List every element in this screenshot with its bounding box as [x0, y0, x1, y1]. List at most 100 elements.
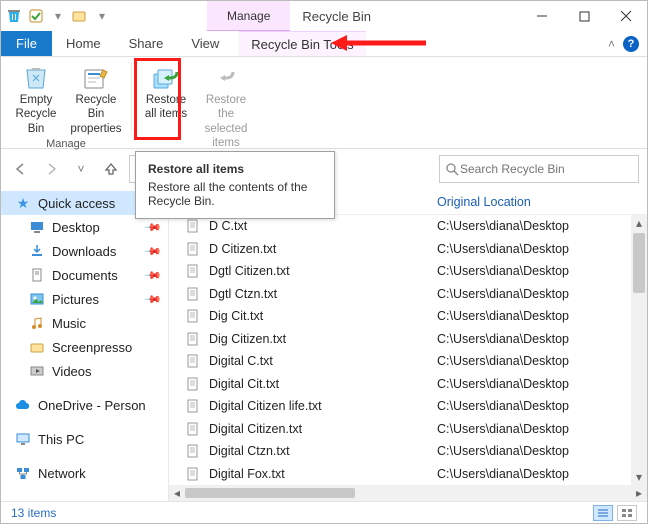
file-location: C:\Users\diana\Desktop [437, 219, 569, 233]
scroll-up-icon[interactable]: ▴ [631, 215, 647, 231]
pin-icon: 📌 [144, 266, 163, 285]
pin-icon: 📌 [144, 218, 163, 237]
text-file-icon [185, 218, 201, 234]
qat-checked-icon[interactable] [27, 7, 45, 25]
nav-label: Desktop [52, 220, 100, 235]
table-row[interactable]: Dgtl Ctzn.txt C:\Users\diana\Desktop [169, 283, 647, 306]
column-original-location[interactable]: Original Location [437, 195, 531, 209]
forward-button[interactable] [39, 157, 63, 181]
tab-file[interactable]: File [1, 31, 52, 56]
file-name: Digital C.txt [209, 354, 437, 368]
file-location: C:\Users\diana\Desktop [437, 242, 569, 256]
file-list[interactable]: D C.txt C:\Users\diana\Desktop D Citizen… [169, 215, 647, 485]
desktop-icon [29, 219, 45, 235]
table-row[interactable]: Digital Ctzn.txt C:\Users\diana\Desktop [169, 440, 647, 463]
restore-all-items-button[interactable]: Restore all items [137, 59, 195, 124]
tab-recycle-bin-tools[interactable]: Recycle Bin Tools [239, 31, 365, 56]
table-row[interactable]: Digital Citizen life.txt C:\Users\diana\… [169, 395, 647, 418]
this-pc-icon [15, 431, 31, 447]
file-location: C:\Users\diana\Desktop [437, 467, 569, 481]
file-name: Digital Fox.txt [209, 467, 437, 481]
scroll-thumb[interactable] [185, 488, 355, 498]
tooltip-title: Restore all items [148, 162, 322, 176]
window-controls [521, 1, 647, 31]
nav-label: Downloads [52, 244, 116, 259]
table-row[interactable]: Dig Citizen.txt C:\Users\diana\Desktop [169, 328, 647, 351]
table-row[interactable]: Digital Cit.txt C:\Users\diana\Desktop [169, 373, 647, 396]
qat-dropdown-icon[interactable]: ▾ [49, 7, 67, 25]
nav-label: This PC [38, 432, 84, 447]
downloads-icon [29, 243, 45, 259]
search-box[interactable] [439, 155, 639, 183]
recent-locations-button[interactable]: ˅ [69, 157, 93, 181]
search-input[interactable] [460, 162, 634, 176]
file-location: C:\Users\diana\Desktop [437, 332, 569, 346]
nav-videos[interactable]: Videos [1, 359, 168, 383]
nav-downloads[interactable]: Downloads 📌 [1, 239, 168, 263]
nav-pictures[interactable]: Pictures 📌 [1, 287, 168, 311]
explorer-window: ▾ ▾ Manage Recycle Bin File Home Share V… [0, 0, 648, 524]
qat-new-folder-icon[interactable] [71, 7, 89, 25]
navigation-pane: ★ Quick access Desktop 📌 Downloads 📌 Doc… [1, 189, 169, 501]
scroll-down-icon[interactable]: ▾ [631, 469, 647, 485]
horizontal-scrollbar[interactable]: ◂ ▸ [169, 485, 647, 501]
file-location: C:\Users\diana\Desktop [437, 287, 569, 301]
contextual-tab-header: Manage [207, 1, 290, 31]
table-row[interactable]: Dig Cit.txt C:\Users\diana\Desktop [169, 305, 647, 328]
tab-share[interactable]: Share [115, 31, 178, 56]
back-button[interactable] [9, 157, 33, 181]
up-button[interactable] [99, 157, 123, 181]
recycle-bin-properties-icon [79, 63, 113, 93]
nav-network[interactable]: Network [1, 461, 168, 485]
nav-this-pc[interactable]: This PC [1, 427, 168, 451]
main-area: ★ Quick access Desktop 📌 Downloads 📌 Doc… [1, 189, 647, 501]
folder-icon [29, 339, 45, 355]
minimize-button[interactable] [521, 1, 563, 31]
table-row[interactable]: Dgtl Citizen.txt C:\Users\diana\Desktop [169, 260, 647, 283]
ribbon: Empty Recycle Bin Recycle Bin properties… [1, 57, 647, 149]
text-file-icon [185, 263, 201, 279]
table-row[interactable]: Digital Citizen.txt C:\Users\diana\Deskt… [169, 418, 647, 441]
scroll-left-icon[interactable]: ◂ [169, 486, 185, 500]
help-icon[interactable]: ? [623, 36, 639, 52]
text-file-icon [185, 421, 201, 437]
file-location: C:\Users\diana\Desktop [437, 422, 569, 436]
scroll-thumb[interactable] [633, 233, 645, 293]
empty-recycle-bin-button[interactable]: Empty Recycle Bin [7, 59, 65, 138]
status-bar: 13 items [1, 501, 647, 523]
text-file-icon [185, 398, 201, 414]
nav-documents[interactable]: Documents 📌 [1, 263, 168, 287]
vertical-scrollbar[interactable]: ▴ ▾ [631, 215, 647, 485]
restore-all-icon [149, 63, 183, 93]
collapse-ribbon-icon[interactable]: ˄ [608, 37, 615, 51]
recycle-bin-icon [5, 7, 23, 25]
tab-home[interactable]: Home [52, 31, 115, 56]
details-view-button[interactable] [593, 505, 613, 521]
nav-label: Network [38, 466, 86, 481]
nav-screenpresso[interactable]: Screenpresso [1, 335, 168, 359]
nav-music[interactable]: Music [1, 311, 168, 335]
file-location: C:\Users\diana\Desktop [437, 264, 569, 278]
music-icon [29, 315, 45, 331]
table-row[interactable]: Digital Fox.txt C:\Users\diana\Desktop [169, 463, 647, 486]
close-button[interactable] [605, 1, 647, 31]
recycle-bin-properties-button[interactable]: Recycle Bin properties [67, 59, 125, 138]
quick-access-toolbar: ▾ ▾ [1, 1, 115, 31]
tab-view[interactable]: View [177, 31, 233, 56]
table-row[interactable]: Digital C.txt C:\Users\diana\Desktop [169, 350, 647, 373]
title-bar: ▾ ▾ Manage Recycle Bin [1, 1, 647, 31]
item-count: 13 items [11, 506, 56, 520]
nav-label: Pictures [52, 292, 99, 307]
ribbon-group-restore: Restore all items Restore the selected i… [131, 57, 261, 148]
nav-label: Videos [52, 364, 92, 379]
table-row[interactable]: D Citizen.txt C:\Users\diana\Desktop [169, 238, 647, 261]
maximize-button[interactable] [563, 1, 605, 31]
ribbon-btn-label: Restore the selected items [199, 93, 253, 151]
content-pane: Original Location D C.txt C:\Users\diana… [169, 189, 647, 501]
tooltip-body: Restore all the contents of the Recycle … [148, 180, 322, 208]
qat-more-icon[interactable]: ▾ [93, 7, 111, 25]
nav-onedrive[interactable]: OneDrive - Person [1, 393, 168, 417]
large-icons-view-button[interactable] [617, 505, 637, 521]
scroll-right-icon[interactable]: ▸ [631, 486, 647, 500]
file-location: C:\Users\diana\Desktop [437, 354, 569, 368]
